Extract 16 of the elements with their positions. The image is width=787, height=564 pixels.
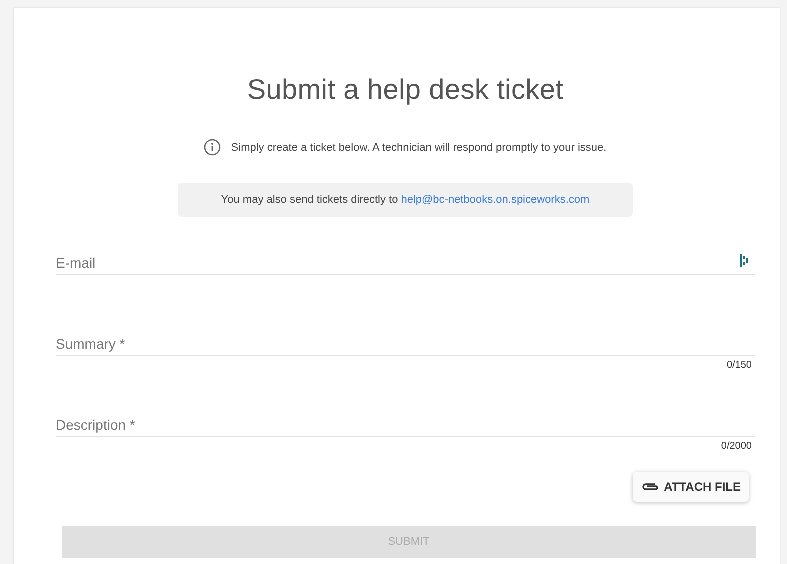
support-email-link[interactable]: help@bc-netbooks.on.spiceworks.com <box>401 194 590 206</box>
autofill-icon[interactable] <box>740 254 749 267</box>
email-field[interactable]: E-mail <box>56 241 755 275</box>
field-label: Description * <box>56 417 136 433</box>
page-title: Submit a help desk ticket <box>246 73 565 106</box>
text-field[interactable]: Summary * <box>56 322 755 356</box>
info-icon <box>204 139 222 156</box>
attach-file-button[interactable]: ATTACH FILE <box>633 472 749 502</box>
field-label: Summary * <box>56 336 126 352</box>
paperclip-icon <box>641 482 660 492</box>
text-field[interactable]: Description * <box>56 403 755 437</box>
character-counter: 0/150 <box>726 360 752 370</box>
email-note: You may also send tickets directly to help@bc-netbooks.on.spiceworks.com <box>178 183 633 217</box>
info-text: Simply create a ticket below. A technician will respond promptly to your issue. <box>231 142 607 154</box>
character-counter: 0/2000 <box>721 440 752 452</box>
field-label: E-mail <box>56 255 96 271</box>
